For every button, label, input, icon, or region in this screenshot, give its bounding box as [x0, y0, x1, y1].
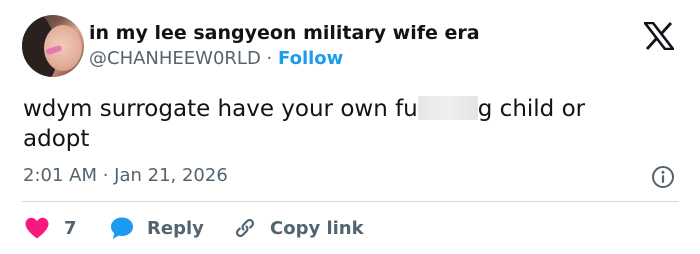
x-logo-icon[interactable]: [644, 22, 674, 50]
tweet-card: in my lee sangyeon military wife era @CH…: [0, 0, 700, 254]
tweet-text-line-1: wdym surrogate have your own fu g child o…: [23, 94, 663, 124]
tweet-text-line-2: adopt: [23, 126, 90, 152]
timestamp[interactable]: 2:01 AM · Jan 21, 2026: [23, 165, 228, 186]
censor-blur: [417, 96, 478, 120]
divider: [22, 201, 679, 202]
reply-label: Reply: [147, 217, 204, 239]
copy-link-label: Copy link: [270, 217, 364, 239]
info-icon[interactable]: [651, 165, 675, 189]
handle-separator: ·: [266, 48, 273, 69]
copy-link-button[interactable]: Copy link: [232, 214, 364, 242]
reply-button[interactable]: Reply: [109, 214, 204, 242]
like-count: 7: [64, 217, 77, 239]
tweet-text-after-censor: g child or: [477, 96, 586, 122]
link-icon: [235, 218, 255, 238]
display-name[interactable]: in my lee sangyeon military wife era: [89, 22, 480, 44]
user-handle[interactable]: @CHANHEEW0RLD: [89, 48, 261, 69]
avatar[interactable]: [22, 15, 84, 77]
handle-row: @CHANHEEW0RLD · Follow: [89, 48, 343, 69]
tweet-text: wdym surrogate have your own fu g child o…: [23, 94, 663, 154]
heart-icon: [25, 217, 49, 239]
follow-button[interactable]: Follow: [278, 48, 343, 69]
like-button[interactable]: 7: [24, 214, 77, 242]
tweet-text-before-censor: wdym surrogate have your own fu: [23, 96, 418, 122]
speech-bubble-icon: [111, 217, 133, 239]
